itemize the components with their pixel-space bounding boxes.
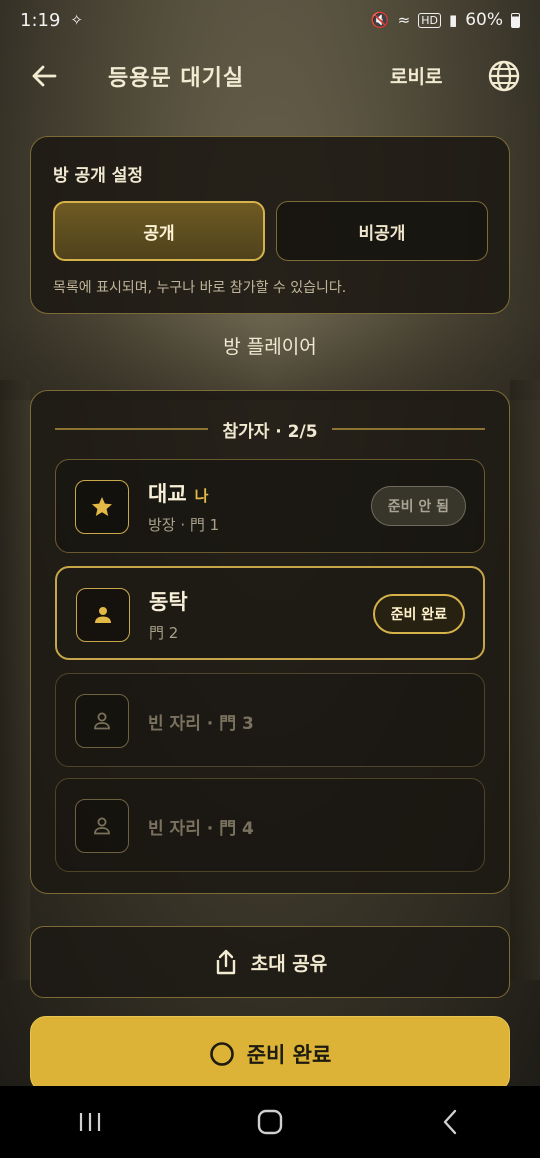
chevron-left-icon <box>443 1109 457 1135</box>
system-back-button[interactable] <box>420 1097 480 1147</box>
me-badge: 나 <box>194 487 209 505</box>
empty-avatar <box>75 694 129 748</box>
divider-left <box>55 428 209 430</box>
private-toggle-button[interactable]: 비공개 <box>276 201 488 261</box>
back-button[interactable] <box>24 56 64 96</box>
person-icon <box>95 607 111 623</box>
recent-apps-icon <box>79 1113 101 1131</box>
empty-seat-label: 빈 자리 · 門 3 <box>148 714 254 734</box>
person-outline-icon <box>94 712 110 730</box>
player-seat-2[interactable]: 동탁 門 2 준비 완료 <box>55 566 485 660</box>
share-invite-button[interactable]: 초대 공유 <box>30 926 510 998</box>
player-name: 동탁 <box>149 590 188 614</box>
arrow-left-icon <box>32 65 57 87</box>
participant-count-row: 참가자 · 2/5 <box>55 417 485 442</box>
person-outline-icon <box>94 817 110 835</box>
battery-icon <box>511 12 520 28</box>
globe-icon <box>488 60 520 92</box>
not-ready-badge: 준비 안 됨 <box>370 486 466 526</box>
status-time: 1:19 <box>20 9 61 31</box>
background-pillar-left <box>0 380 30 980</box>
empty-seat-4[interactable]: 빈 자리 · 門 4 <box>55 778 485 872</box>
empty-seat-label: 빈 자리 · 門 4 <box>148 819 254 839</box>
language-button[interactable] <box>486 58 522 94</box>
player-seat-1[interactable]: 대교 나 방장 · 門 1 준비 안 됨 <box>55 459 485 553</box>
app-header: 등용문 대기실 로비로 <box>0 48 540 104</box>
signal-icon: ▮ <box>448 11 458 29</box>
hd-icon: HD <box>418 12 441 28</box>
ready-badge: 준비 완료 <box>372 594 465 634</box>
room-players-heading: 방 플레이어 <box>223 336 317 358</box>
seat-role: 방장 · 門 1 <box>148 516 220 534</box>
player-avatar <box>76 588 130 642</box>
notification-icon: ✧ <box>70 11 83 29</box>
divider-right <box>331 428 485 430</box>
recent-apps-button[interactable] <box>60 1097 120 1147</box>
host-avatar <box>75 480 129 534</box>
visibility-title: 방 공개 설정 <box>53 166 144 186</box>
ready-label: 준비 완료 <box>246 1043 332 1067</box>
home-button[interactable] <box>240 1097 300 1147</box>
system-navigation-bar <box>0 1086 540 1158</box>
seat-gate: 門 2 <box>149 624 179 642</box>
background-pillar-right <box>510 380 540 980</box>
empty-seat-3[interactable]: 빈 자리 · 門 3 <box>55 673 485 767</box>
ready-button[interactable]: 준비 완료 <box>30 1016 510 1092</box>
share-icon <box>216 949 235 975</box>
go-to-lobby-button[interactable]: 로비로 <box>390 62 442 89</box>
visibility-description: 목록에 표시되며, 누구나 바로 참가할 수 있습니다. <box>53 280 347 296</box>
status-bar: 1:19 ✧ 🔇 ≈ HD ▮ 60% <box>0 0 540 40</box>
room-visibility-card: 방 공개 설정 공개 비공개 목록에 표시되며, 누구나 바로 참가할 수 있습… <box>30 136 510 314</box>
circle-icon <box>209 1042 234 1066</box>
mute-icon: 🔇 <box>370 11 390 29</box>
participant-count: 참가자 · 2/5 <box>222 421 318 442</box>
page-title: 등용문 대기실 <box>108 66 245 91</box>
share-label: 초대 공유 <box>250 952 328 975</box>
empty-avatar <box>75 799 129 853</box>
star-icon <box>92 497 112 516</box>
wifi-icon: ≈ <box>397 11 411 29</box>
participants-card: 참가자 · 2/5 대교 나 방장 · 門 1 준비 안 됨 동탁 門 2 준비 … <box>30 390 510 894</box>
battery-text: 60% <box>465 10 503 30</box>
seat-name: 대교 나 <box>148 478 208 508</box>
public-toggle-button[interactable]: 공개 <box>53 201 265 261</box>
home-icon <box>257 1109 283 1135</box>
player-name: 대교 <box>148 482 187 506</box>
